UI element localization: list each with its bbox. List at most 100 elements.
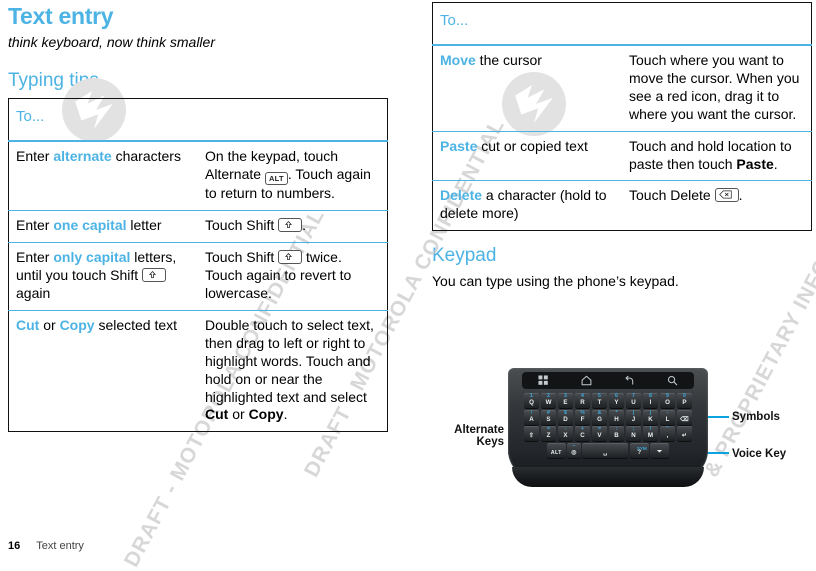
- key-alt-char: (: [632, 409, 635, 416]
- key-main-char: L: [665, 415, 670, 423]
- key-l[interactable]: ‑ L: [659, 409, 676, 425]
- key-t[interactable]: 5T: [591, 393, 608, 408]
- page-footer: 16 Text entry: [8, 540, 84, 552]
- key-alt-char: 6: [615, 393, 618, 399]
- key-c[interactable]: + C: [574, 426, 591, 441]
- key-x[interactable]: -X: [557, 426, 574, 441]
- action-text: or: [228, 406, 249, 423]
- key-space[interactable]: ␣: [582, 442, 629, 458]
- key-j[interactable]: (J: [625, 409, 642, 425]
- table-row: Delete a character (hold to delete more)…: [432, 180, 812, 231]
- key-z[interactable]: = Z: [540, 426, 557, 441]
- apps-grid-icon[interactable]: [538, 375, 549, 386]
- keyboard-row: 1Q 2W 3E 4R 5T 6Y 7U 8I 9O 0P: [520, 393, 696, 408]
- home-icon[interactable]: [581, 375, 592, 386]
- key-alt[interactable]: ALT: [546, 442, 566, 458]
- callout-alternate-line1: Alternate: [454, 424, 504, 436]
- key-alt-char: !: [530, 409, 533, 416]
- key-r[interactable]: 4R: [574, 393, 591, 408]
- key-main-char: J: [631, 415, 636, 423]
- callout-label-voice-key: Voice Key: [732, 448, 787, 460]
- task-text-highlight: Paste: [440, 137, 478, 154]
- task-text-tail: again: [16, 285, 51, 302]
- key-a[interactable]: ! A: [523, 409, 540, 425]
- task-cell: Enter only capital letters, until you to…: [8, 242, 198, 311]
- key-main-char: ⌫: [680, 415, 689, 423]
- delete-key-icon: [714, 188, 739, 203]
- key-alt-char: 4: [581, 393, 584, 399]
- footer-page-number: 16: [8, 540, 21, 552]
- key-sym-label: SYM: [636, 445, 647, 451]
- key-g[interactable]: & G: [591, 409, 608, 425]
- key-q[interactable]: 1Q: [523, 393, 540, 408]
- key-main-char: Z: [546, 432, 551, 439]
- key-alt-char: 5: [598, 393, 601, 399]
- key-alt-char: 8: [649, 393, 652, 399]
- key-m[interactable]: / M: [642, 426, 659, 441]
- key-main-char: E: [563, 399, 568, 406]
- key-main-char: O: [665, 399, 670, 406]
- search-icon[interactable]: [667, 375, 678, 386]
- task-text-prefix: Enter: [16, 249, 54, 266]
- key-alt-char: +: [580, 426, 585, 432]
- key-emoji[interactable]: – ◎: [567, 442, 581, 458]
- key-alt-char: =: [597, 426, 602, 432]
- key-o[interactable]: 9O: [659, 393, 676, 408]
- table-row: Cut or Copy selected text Double touch t…: [8, 309, 388, 432]
- shift-key-icon: [278, 218, 303, 233]
- key-main-char: ␣: [603, 448, 608, 456]
- key-backspace[interactable]: ⌫: [676, 409, 693, 425]
- key-f[interactable]: % F: [574, 409, 591, 425]
- key-k[interactable]: ) K: [642, 409, 659, 425]
- key-alt-char: 7: [632, 393, 635, 399]
- back-icon[interactable]: [624, 375, 635, 386]
- key-u[interactable]: 7U: [625, 393, 642, 408]
- key-alt-char: 9: [666, 393, 669, 399]
- key-main-char: S: [546, 415, 551, 423]
- task-cell: Paste cut or copied text: [432, 130, 622, 181]
- key-s[interactable]: # S: [540, 409, 557, 425]
- table-row: Enter alternate characters On the keypad…: [9, 141, 388, 211]
- action-text: Touch Shift: [205, 249, 279, 266]
- key-alt-char: #: [547, 409, 550, 416]
- key-h[interactable]: * H: [608, 409, 625, 425]
- callout-line-symbols-stub: [715, 416, 729, 418]
- task-cell: Enter one capital letter: [8, 210, 198, 243]
- key-v[interactable]: = V: [591, 426, 608, 441]
- key-w[interactable]: 2W: [540, 393, 557, 408]
- right-column: To... Move the cursor Touch where you wa…: [432, 0, 812, 289]
- key-y[interactable]: 6Y: [608, 393, 625, 408]
- action-bold-paste: Paste: [736, 155, 774, 172]
- key-voice[interactable]: ⏷: [650, 442, 670, 458]
- action-cell: Touch Delete .: [622, 180, 812, 231]
- key-p[interactable]: 0P: [676, 393, 693, 408]
- table-row: Enter only capital letters, until you to…: [8, 242, 388, 311]
- key-symbols[interactable]: SYM?: [629, 442, 649, 458]
- page-subtitle: think keyboard, now think smaller: [8, 34, 215, 50]
- key-shift[interactable]: ⇧: [523, 426, 540, 441]
- keypad-figure: Alternate Keys Symbols Voice Key 1 Q 2 W…: [432, 368, 816, 493]
- key-alt-char: /: [649, 426, 652, 432]
- key-main-char: M: [647, 432, 654, 439]
- task-cell: Enter alternate characters: [9, 141, 199, 211]
- key-comma[interactable]: ",: [659, 426, 676, 441]
- task-text-suffix: the cursor: [475, 52, 542, 68]
- key-enter[interactable]: ↵: [676, 426, 693, 441]
- task-text-highlight-2: Copy: [59, 316, 95, 333]
- key-main-char: U: [631, 399, 636, 406]
- key-d[interactable]: $ D: [557, 409, 574, 425]
- key-main-char: H: [614, 415, 619, 423]
- key-main-char: X: [563, 432, 568, 439]
- action-cell: Double touch to select text, then drag t…: [198, 309, 388, 432]
- key-e[interactable]: 3E: [557, 393, 574, 408]
- key-main-char: R: [580, 399, 585, 406]
- key-main-char: W: [545, 399, 552, 406]
- key-i[interactable]: 8I: [642, 393, 659, 408]
- shift-key-icon: [142, 268, 167, 283]
- key-main-char: D: [563, 415, 568, 423]
- key-alt-char: 3: [564, 393, 567, 399]
- key-b[interactable]: :B: [608, 426, 625, 441]
- action-text: .: [302, 217, 307, 234]
- key-n[interactable]: ; N: [625, 426, 642, 441]
- alt-key-icon: ALT: [264, 171, 288, 186]
